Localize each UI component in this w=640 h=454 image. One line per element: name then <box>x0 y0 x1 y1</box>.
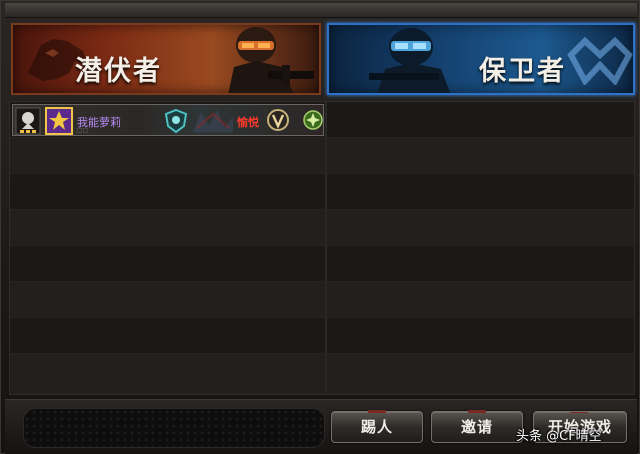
empty-slot-row <box>10 246 634 282</box>
window-top-bevel <box>5 3 637 18</box>
team-banner-guardian[interactable]: 保卫者 <box>327 23 635 95</box>
guardian-shield-icon <box>164 108 188 134</box>
rank-badge-icon <box>45 107 73 135</box>
infiltrator-slot[interactable] <box>10 246 325 282</box>
infiltrator-slot[interactable] <box>10 138 325 174</box>
invite-button-label: 邀请 <box>460 418 493 436</box>
empty-slot-row <box>10 138 634 174</box>
team-banner-infiltrator[interactable]: 潜伏者 <box>11 23 321 95</box>
infiltrator-slot[interactable] <box>10 282 325 318</box>
player-sub-label: □□ <box>77 127 89 134</box>
infiltrator-slot[interactable] <box>10 174 325 210</box>
player-status-gear-icon <box>303 110 323 130</box>
team-name-infiltrator: 潜伏者 <box>75 56 162 87</box>
button-rivet <box>468 410 486 413</box>
infiltrator-soldier-icon <box>228 27 314 93</box>
watermark-text: 头条 @CF晴空 <box>516 429 602 444</box>
empty-slot-row <box>10 318 634 354</box>
infiltrator-slot[interactable] <box>10 318 325 354</box>
clan-emblem-art-icon <box>193 110 233 132</box>
infiltrator-slot[interactable] <box>10 354 325 390</box>
guardian-slot[interactable] <box>327 210 634 246</box>
empty-slot-row <box>10 210 634 246</box>
guardian-slot[interactable] <box>327 282 634 318</box>
guardian-slot[interactable] <box>327 318 634 354</box>
guardian-slot[interactable] <box>327 174 634 210</box>
empty-slot-row <box>10 174 634 210</box>
empty-slot-row <box>10 354 634 394</box>
player-list-table: 我能萝莉 □□ 愉悦 <box>9 101 635 395</box>
guardian-slot[interactable] <box>327 246 634 282</box>
player-entry[interactable]: 我能萝莉 □□ 愉悦 <box>12 104 324 136</box>
ready-status-icon <box>15 107 41 135</box>
empty-slot-row <box>10 282 634 318</box>
chat-panel[interactable] <box>23 408 325 448</box>
team-name-guardian: 保卫者 <box>479 56 566 87</box>
infiltrator-slot[interactable]: 我能萝莉 □□ 愉悦 <box>10 102 325 138</box>
infiltrator-slot[interactable] <box>10 210 325 246</box>
guardian-slot[interactable] <box>327 354 634 390</box>
kick-button-label: 踢人 <box>360 418 393 436</box>
guardian-slot[interactable] <box>327 102 634 138</box>
room-window: 潜伏者 保卫者 我能萝莉 □□ 愉悦 踢人 邀请 开始游戏 头条 @CF晴空 <box>0 0 640 454</box>
vip-v-icon <box>267 109 289 131</box>
guardian-wings-emblem-icon <box>567 37 633 85</box>
button-rivet <box>368 410 386 413</box>
player-slot-row: 我能萝莉 □□ 愉悦 <box>10 102 634 138</box>
clan-tag: 愉悦 <box>237 116 259 129</box>
guardian-slot[interactable] <box>327 138 634 174</box>
invite-button[interactable]: 邀请 <box>431 410 523 443</box>
kick-button[interactable]: 踢人 <box>331 410 423 443</box>
button-rivet <box>570 412 588 413</box>
guardian-soldier-icon <box>369 28 451 93</box>
